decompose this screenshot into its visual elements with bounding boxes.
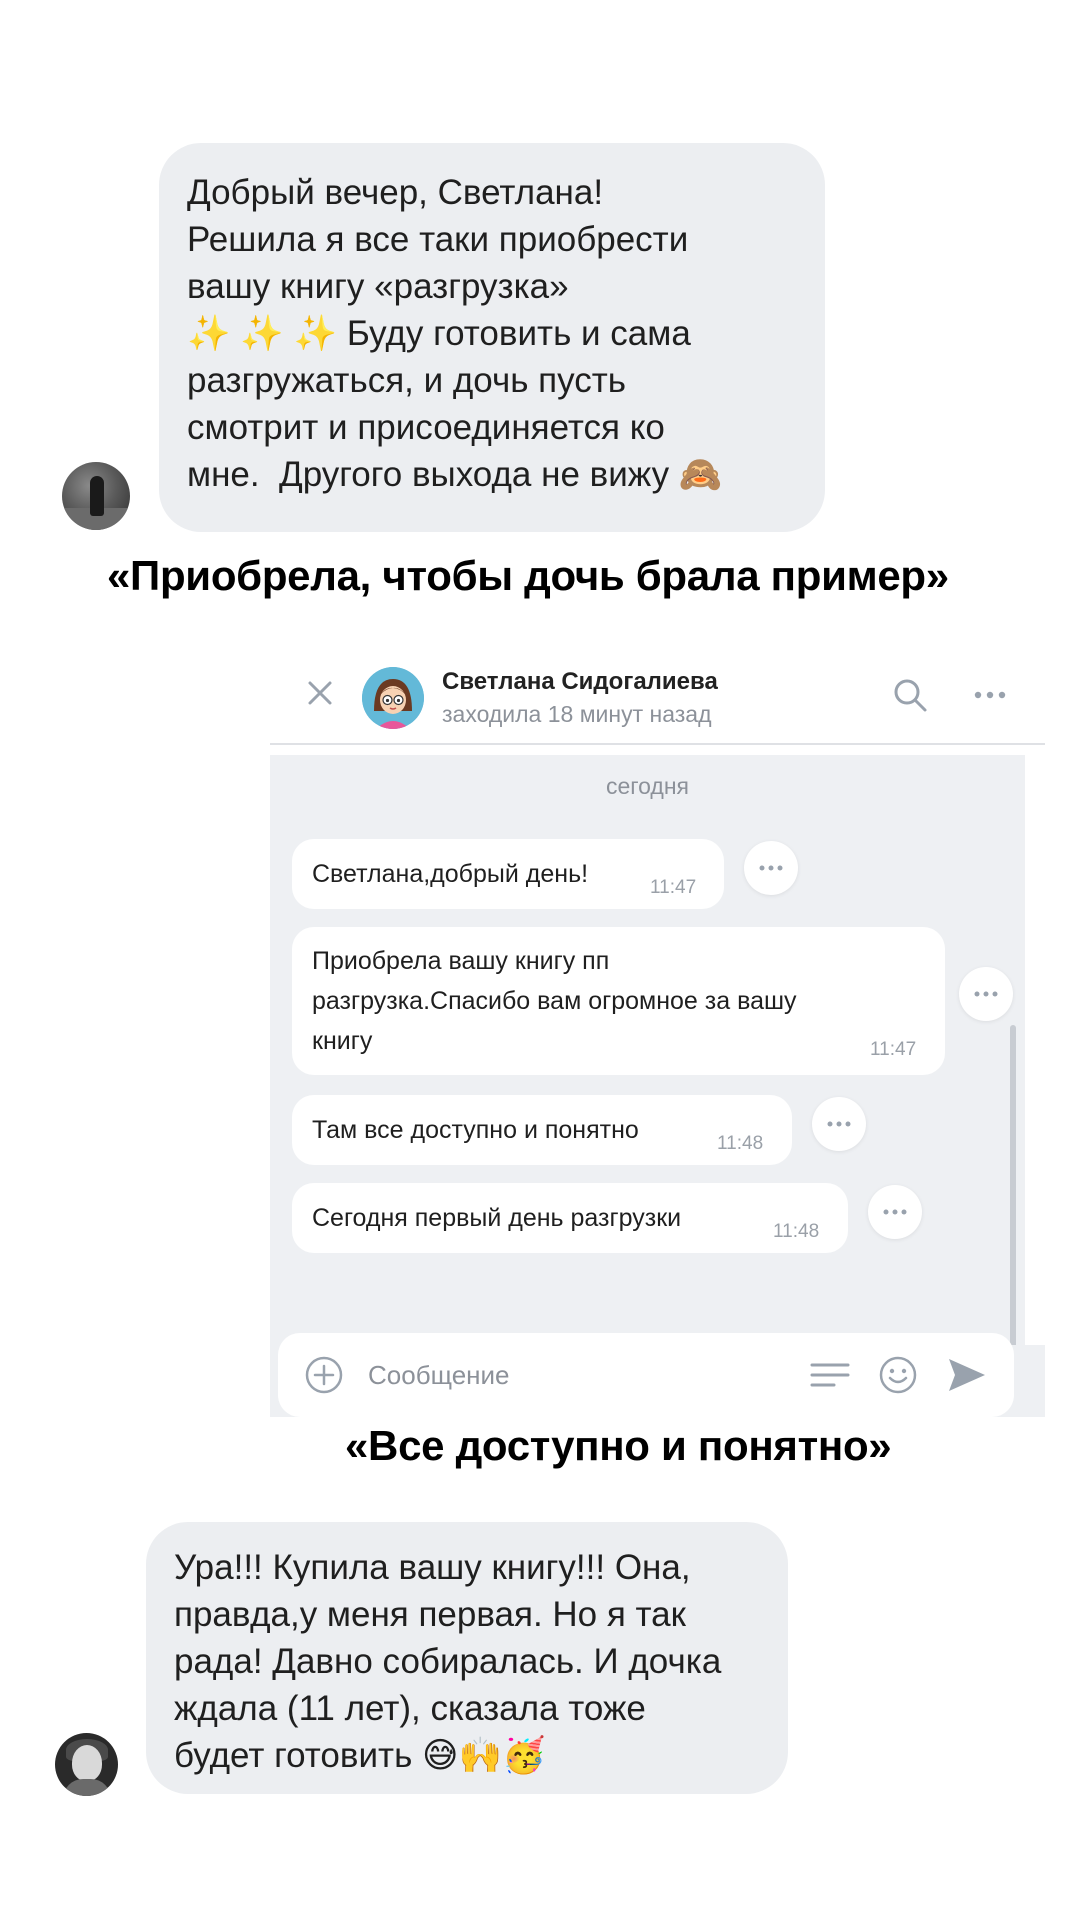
message-bubble[interactable]: Приобрела вашу книгу пп разгрузка.Спасиб… xyxy=(292,927,945,1075)
contact-avatar[interactable] xyxy=(362,667,424,729)
message-bubble[interactable]: Сегодня первый день разгрузки 11:48 xyxy=(292,1183,848,1253)
more-icon xyxy=(974,991,998,997)
message-text: Приобрела вашу книгу пп разгрузка.Спасиб… xyxy=(312,947,797,1055)
message-bubble[interactable]: Там все доступно и понятно 11:48 xyxy=(292,1095,792,1165)
add-attachment-icon[interactable] xyxy=(304,1355,344,1395)
more-icon xyxy=(827,1121,851,1127)
message-composer xyxy=(278,1333,1014,1417)
message-text: Там все доступно и понятно xyxy=(312,1116,639,1144)
chat-window: Светлана Сидогалиева заходила 18 минут н… xyxy=(270,645,1045,1417)
caption-heading: «Приобрела, чтобы дочь брала пример» xyxy=(107,552,949,599)
message-actions-button[interactable] xyxy=(744,841,798,895)
avatar-illustration-icon xyxy=(362,667,424,729)
send-icon[interactable] xyxy=(946,1355,988,1395)
message-text: Светлана,добрый день! xyxy=(312,860,589,888)
review-message-text: Добрый вечер, Светлана! Решила я все так… xyxy=(187,173,723,494)
message-bubble[interactable]: Светлана,добрый день! 11:47 xyxy=(292,839,724,909)
more-icon xyxy=(883,1209,907,1215)
message-actions-button[interactable] xyxy=(868,1185,922,1239)
search-icon[interactable] xyxy=(890,675,930,715)
review-message-bubble: Добрый вечер, Светлана! Решила я все так… xyxy=(159,143,825,532)
close-icon[interactable] xyxy=(302,675,338,711)
message-time: 11:48 xyxy=(773,1221,820,1242)
message-time: 11:48 xyxy=(717,1133,764,1154)
review-message-text: Ура!!! Купила вашу книгу!!! Она, правда,… xyxy=(174,1548,722,1775)
avatar xyxy=(55,1733,118,1796)
contact-name[interactable]: Светлана Сидогалиева xyxy=(442,668,718,696)
more-icon[interactable] xyxy=(970,685,1010,705)
message-input[interactable] xyxy=(368,1355,768,1395)
caption-heading: «Все доступно и понятно» xyxy=(345,1422,892,1469)
scrollbar[interactable] xyxy=(1010,1025,1016,1365)
avatar xyxy=(62,462,130,530)
emoji-icon[interactable] xyxy=(878,1355,918,1395)
chat-header: Светлана Сидогалиева заходила 18 минут н… xyxy=(270,645,1045,745)
chat-history[interactable]: сегодня Светлана,добрый день! 11:47 Прио… xyxy=(270,755,1025,1365)
templates-icon[interactable] xyxy=(808,1357,852,1393)
review-message-bubble: Ура!!! Купила вашу книгу!!! Она, правда,… xyxy=(146,1522,788,1794)
message-actions-button[interactable] xyxy=(959,967,1013,1021)
message-time: 11:47 xyxy=(870,1039,917,1060)
message-actions-button[interactable] xyxy=(812,1097,866,1151)
more-icon xyxy=(759,865,783,871)
message-text: Сегодня первый день разгрузки xyxy=(312,1204,682,1232)
date-separator: сегодня xyxy=(605,773,690,799)
contact-status: заходила 18 минут назад xyxy=(442,701,712,727)
message-time: 11:47 xyxy=(650,877,697,898)
